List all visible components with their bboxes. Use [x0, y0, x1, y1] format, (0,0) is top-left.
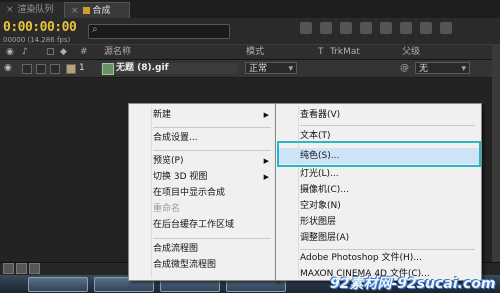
parent-value: 无: [419, 64, 429, 74]
lock-icon: ▢: [46, 47, 55, 57]
menu-item-composition-settings-label: 合成设置...: [153, 133, 198, 143]
menu-item-photoshop-file-label: Adobe Photoshop 文件(H)...: [300, 253, 422, 263]
solid-highlight-outline: [277, 141, 481, 167]
menu-item-composition-flowchart-label: 合成流程图: [153, 244, 199, 254]
menu-item-new[interactable]: 新建 ▶: [131, 107, 275, 123]
menu-separator: [153, 127, 271, 128]
menu-item-photoshop-file[interactable]: Adobe Photoshop 文件(H)...: [278, 250, 479, 266]
eye-icon[interactable]: ◉: [4, 60, 12, 77]
menu-separator: [153, 150, 271, 151]
graph-editor-icon[interactable]: [440, 22, 452, 34]
menu-item-shape-layer-label: 形状图层: [300, 217, 337, 227]
menu-item-new-label: 新建: [153, 110, 172, 120]
new-submenu: 查看器(V) 文本(T) 纯色(S)... 灯光(L)... 摄像机(C)...…: [275, 103, 482, 281]
column-t[interactable]: T: [318, 45, 324, 59]
menu-item-adjustment-layer-label: 调整图层(A): [300, 233, 350, 243]
column-header-row: ◉ ♪ ▢ ◆ # 源名称 模式 T TrkMat 父级: [0, 44, 500, 60]
tab-composition-label: 合成: [92, 6, 111, 16]
tab-composition[interactable]: × 合成: [64, 2, 130, 19]
search-icon: ⌕: [92, 24, 98, 35]
menu-item-adjustment-layer[interactable]: 调整图层(A): [278, 230, 479, 246]
menu-separator: [300, 125, 475, 126]
column-mode[interactable]: 模式: [246, 45, 264, 59]
menu-item-null-object[interactable]: 空对象(N): [278, 198, 479, 214]
menu-item-null-object-label: 空对象(N): [300, 201, 341, 211]
chevron-right-icon: ▶: [263, 157, 269, 165]
menu-item-viewer-label: 查看器(V): [300, 110, 341, 120]
blend-mode-value: 正常: [249, 64, 268, 74]
menu-item-shape-layer[interactable]: 形状图层: [278, 214, 479, 230]
composition-mini-flowchart-icon[interactable]: [300, 22, 312, 34]
chevron-down-icon: ▾: [461, 64, 466, 74]
brainstorm-icon[interactable]: [400, 22, 412, 34]
menu-item-preview-label: 预览(P): [153, 156, 184, 166]
layer-name[interactable]: 无题 (8).gif: [100, 63, 238, 74]
close-icon[interactable]: ×: [71, 6, 79, 16]
column-number[interactable]: #: [80, 45, 88, 59]
menu-item-light[interactable]: 灯光(L)...: [278, 166, 479, 182]
column-parent[interactable]: 父级: [402, 45, 420, 59]
menu-item-camera-label: 摄像机(C)...: [300, 185, 349, 195]
frame-rate-readout: 00000 (14.286 fps): [3, 36, 71, 44]
chevron-down-icon: ▾: [288, 64, 293, 74]
audio-toggle[interactable]: [22, 64, 32, 74]
auto-keyframe-icon[interactable]: [420, 22, 432, 34]
menu-item-rename: 重命名: [131, 201, 275, 217]
menu-item-composition-flowchart[interactable]: 合成流程图: [131, 241, 275, 257]
menu-separator: [153, 238, 271, 239]
video-switch-icon: ◉: [6, 47, 14, 57]
column-source-name[interactable]: 源名称: [104, 45, 131, 59]
parent-select[interactable]: 无 ▾: [415, 62, 470, 74]
in-out-panel-icon[interactable]: [29, 263, 40, 274]
menu-item-cache-work-area[interactable]: 在后台缓存工作区域: [131, 217, 275, 233]
transfer-controls-icon[interactable]: [16, 263, 27, 274]
menu-item-text-label: 文本(T): [300, 131, 331, 141]
menu-item-preview[interactable]: 预览(P) ▶: [131, 153, 275, 169]
frame-blending-icon[interactable]: [360, 22, 372, 34]
gif-file-icon: [102, 63, 114, 75]
solo-toggle[interactable]: [36, 64, 46, 74]
layer-row[interactable]: ◉ 1 无题 (8).gif 正常 ▾ @ 无 ▾: [0, 60, 500, 78]
menu-item-mini-flowchart-label: 合成微型流程图: [153, 260, 217, 270]
taskbar-button[interactable]: [28, 277, 88, 292]
blend-mode-select[interactable]: 正常 ▾: [245, 62, 297, 74]
menu-item-switch-3d-view[interactable]: 切换 3D 视图 ▶: [131, 169, 275, 185]
audio-switch-icon: ♪: [22, 47, 28, 57]
menu-item-composition-settings[interactable]: 合成设置...: [131, 130, 275, 146]
close-icon[interactable]: ×: [6, 5, 14, 15]
label-tag-icon: ◆: [60, 47, 67, 57]
pick-whip-icon[interactable]: @: [400, 60, 409, 77]
menu-item-reveal-in-project[interactable]: 在项目中显示合成: [131, 185, 275, 201]
composition-color-icon: [82, 7, 90, 14]
draft-3d-icon[interactable]: [320, 22, 332, 34]
layer-switches-icon[interactable]: [3, 263, 14, 274]
site-watermark: 92素材网-92sucai.com: [330, 276, 496, 292]
menu-item-camera[interactable]: 摄像机(C)...: [278, 182, 479, 198]
menu-item-viewer[interactable]: 查看器(V): [278, 107, 479, 123]
menu-item-reveal-in-project-label: 在项目中显示合成: [153, 188, 226, 198]
column-trkmat[interactable]: TrkMat: [330, 45, 360, 59]
menu-item-rename-label: 重命名: [153, 204, 181, 214]
menu-item-cache-work-area-label: 在后台缓存工作区域: [153, 220, 235, 230]
layer-search-input[interactable]: [88, 24, 230, 39]
shy-layers-icon[interactable]: [340, 22, 352, 34]
layer-context-menu: 新建 ▶ 合成设置... 预览(P) ▶ 切换 3D 视图 ▶ 在项目中显示合成 重命…: [128, 103, 278, 281]
current-time-display[interactable]: 0:00:00:00: [3, 20, 77, 35]
layer-number: 1: [79, 63, 85, 73]
timeline-scroll-strip[interactable]: [492, 44, 500, 292]
motion-blur-icon[interactable]: [380, 22, 392, 34]
label-color-swatch[interactable]: [66, 64, 76, 74]
menu-item-mini-flowchart[interactable]: 合成微型流程图: [131, 257, 275, 273]
lock-toggle[interactable]: [50, 64, 60, 74]
tab-render-queue-label: 渲染队列: [17, 5, 54, 15]
menu-item-switch-3d-view-label: 切换 3D 视图: [153, 172, 208, 182]
chevron-right-icon: ▶: [263, 111, 269, 119]
menu-item-light-label: 灯光(L)...: [300, 169, 339, 179]
chevron-right-icon: ▶: [263, 173, 269, 181]
